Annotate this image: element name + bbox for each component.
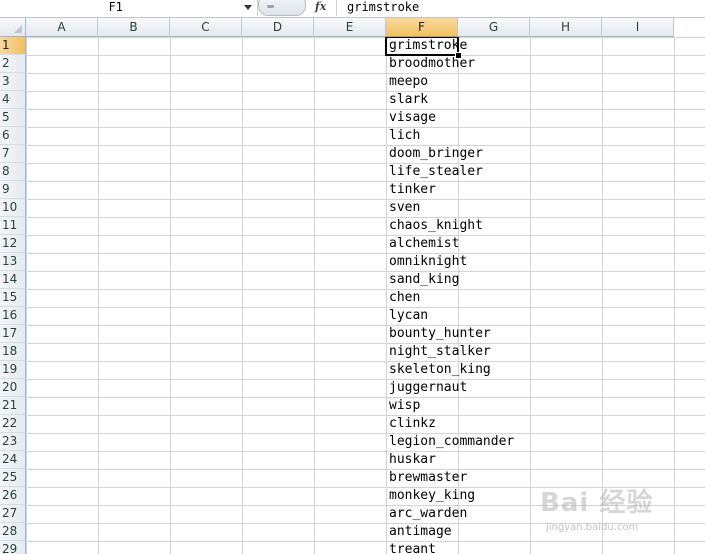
row-header-1[interactable]: 1 [0,37,26,55]
active-cell-border [385,36,459,56]
cell-f18[interactable]: night_stalker [386,343,491,361]
row-header-29[interactable]: 29 [0,541,26,554]
row-header-19[interactable]: 19 [0,361,26,379]
cell-f27[interactable]: arc_warden [386,505,467,523]
column-header-i[interactable]: I [602,18,674,37]
row-header-24[interactable]: 24 [0,451,26,469]
cell-f19[interactable]: skeleton_king [386,361,491,379]
cell-f21[interactable]: wisp [386,397,420,415]
cell-f7[interactable]: doom_bringer [386,145,483,163]
cell-f11[interactable]: chaos_knight [386,217,483,235]
name-box[interactable]: F1 [0,0,258,16]
cell-f5[interactable]: visage [386,109,436,127]
cell-f16[interactable]: lycan [386,307,428,325]
row-header-16[interactable]: 16 [0,307,26,325]
row-header-22[interactable]: 22 [0,415,26,433]
row-header-21[interactable]: 21 [0,397,26,415]
cell-f26[interactable]: monkey_king [386,487,475,505]
cell-f23[interactable]: legion_commander [386,433,514,451]
cell-f12[interactable]: alchemist [386,235,459,253]
select-all-icon [14,25,22,33]
name-box-value: F1 [108,0,124,14]
row-header-6[interactable]: 6 [0,127,26,145]
formula-text: grimstroke [347,0,420,14]
column-header-e[interactable]: E [314,18,386,37]
column-header-d[interactable]: D [242,18,314,37]
row-header-14[interactable]: 14 [0,271,26,289]
cell-f28[interactable]: antimage [386,523,452,541]
cell-f29[interactable]: treant [386,541,436,554]
cell-f4[interactable]: slark [386,91,428,109]
cell-f17[interactable]: bounty_hunter [386,325,491,343]
row-header-11[interactable]: 11 [0,217,26,235]
row-header-3[interactable]: 3 [0,73,26,91]
cell-f24[interactable]: huskar [386,451,436,469]
cell-f20[interactable]: juggernaut [386,379,467,397]
row-header-25[interactable]: 25 [0,469,26,487]
formula-bar: F1 fx grimstroke [0,0,705,18]
cell-f8[interactable]: life_stealer [386,163,483,181]
cell-f22[interactable]: clinkz [386,415,436,433]
cell-f3[interactable]: meepo [386,73,428,91]
row-header-5[interactable]: 5 [0,109,26,127]
row-header-13[interactable]: 13 [0,253,26,271]
column-header-g[interactable]: G [458,18,530,37]
row-header-15[interactable]: 15 [0,289,26,307]
column-header-c[interactable]: C [170,18,242,37]
column-header-b[interactable]: B [98,18,170,37]
spreadsheet-grid: grimstroke broodmother meepo slark visage lic… [0,18,705,554]
row-header-28[interactable]: 28 [0,523,26,541]
cell-f6[interactable]: lich [386,127,420,145]
formula-bar-grip-icon[interactable] [258,0,306,16]
cell-f25[interactable]: brewmaster [386,469,467,487]
cell-f13[interactable]: omniknight [386,253,467,271]
row-header-17[interactable]: 17 [0,325,26,343]
row-header-10[interactable]: 10 [0,199,26,217]
row-header-27[interactable]: 27 [0,505,26,523]
row-header-7[interactable]: 7 [0,145,26,163]
cell-f10[interactable]: sven [386,199,420,217]
row-header-4[interactable]: 4 [0,91,26,109]
row-header-8[interactable]: 8 [0,163,26,181]
row-header-23[interactable]: 23 [0,433,26,451]
formula-input[interactable]: grimstroke [336,0,705,16]
column-header-a[interactable]: A [26,18,98,37]
row-header-2[interactable]: 2 [0,55,26,73]
row-header-12[interactable]: 12 [0,235,26,253]
column-header-f[interactable]: F [386,18,458,37]
insert-function-icon[interactable]: fx [315,0,331,14]
row-header-18[interactable]: 18 [0,343,26,361]
cell-f15[interactable]: chen [386,289,420,307]
fill-handle[interactable] [455,52,462,59]
select-all-button[interactable] [0,18,26,37]
cell-area[interactable]: grimstroke broodmother meepo slark visage lic… [26,36,705,554]
cell-f14[interactable]: sand_king [386,271,459,289]
chevron-down-icon[interactable] [244,5,252,10]
row-header-9[interactable]: 9 [0,181,26,199]
cell-f9[interactable]: tinker [386,181,436,199]
row-header-20[interactable]: 20 [0,379,26,397]
column-header-h[interactable]: H [530,18,602,37]
row-header-26[interactable]: 26 [0,487,26,505]
